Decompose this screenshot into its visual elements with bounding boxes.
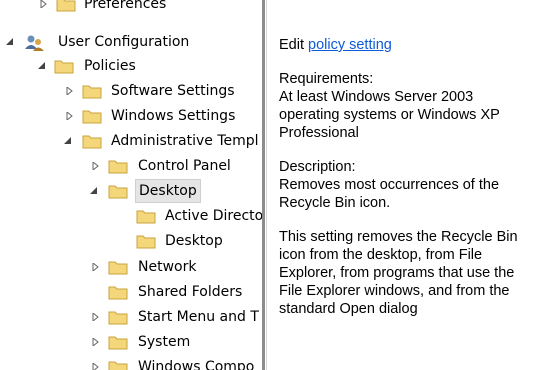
details-text: This setting removes the Recycle Bin ico… [279, 229, 518, 317]
policy-tree: Preferences User Configuration Policies … [0, 0, 262, 370]
collapse-arrow-icon[interactable] [4, 30, 16, 54]
user-configuration-icon [24, 34, 44, 51]
expand-arrow-icon[interactable] [90, 305, 102, 329]
tree-item-label: User Configuration [58, 34, 190, 50]
expand-arrow-icon[interactable] [64, 104, 76, 128]
folder-icon [108, 183, 128, 199]
expand-arrow-icon[interactable] [90, 255, 102, 279]
folder-icon [82, 108, 102, 124]
tree-item-label: Active Directo [165, 208, 262, 224]
folder-icon [82, 133, 102, 149]
collapse-arrow-icon[interactable] [62, 129, 74, 153]
tree-item-label-selected: Desktop [135, 179, 201, 203]
folder-icon [108, 359, 128, 370]
expand-arrow-icon[interactable] [38, 0, 50, 16]
tree-item-label: Shared Folders [138, 284, 243, 300]
tree-item-label: Desktop [165, 233, 223, 249]
tree-item-label: Preferences [84, 0, 167, 12]
expand-arrow-icon[interactable] [90, 330, 102, 354]
tree-item-label: Software Settings [111, 83, 235, 99]
folder-icon [108, 158, 128, 174]
tree-item-label: System [138, 334, 191, 350]
collapse-arrow-icon[interactable] [36, 54, 48, 78]
folder-icon [108, 334, 128, 350]
tree-item-label: Windows Settings [111, 108, 236, 124]
folder-icon [136, 233, 156, 249]
requirements-title: Requirements: [279, 71, 374, 87]
description-title: Description: [279, 159, 356, 175]
requirements-block: Requirements: At least Windows Server 20… [279, 70, 535, 142]
tree-item-label: Control Panel [138, 158, 231, 174]
description-block: Description: Removes most occurrences of… [279, 158, 535, 212]
folder-icon [54, 58, 74, 74]
tree-item-label: Windows Compo [138, 359, 255, 370]
tree-item-label: Policies [84, 58, 136, 74]
folder-icon [108, 284, 128, 300]
collapse-arrow-icon[interactable] [88, 179, 100, 203]
folder-icon [108, 259, 128, 275]
expand-arrow-icon[interactable] [64, 79, 76, 103]
extended-description-pane: Edit policy setting Requirements: At lea… [279, 36, 535, 334]
expand-arrow-icon[interactable] [90, 355, 102, 370]
edit-prefix: Edit [279, 37, 309, 53]
folder-icon [108, 309, 128, 325]
tree-item-label: Start Menu and T [138, 309, 259, 325]
tree-item-label: Network [138, 259, 197, 275]
pane-splitter[interactable] [262, 0, 265, 370]
tree-item-label: Administrative Templ [111, 133, 259, 149]
details-block: This setting removes the Recycle Bin ico… [279, 228, 535, 318]
description-text: Removes most occurrences of the Recycle … [279, 177, 500, 211]
edit-line: Edit policy setting [279, 36, 535, 54]
requirements-text: At least Windows Server 2003 operating s… [279, 89, 500, 141]
edit-policy-setting-link[interactable]: policy setting [308, 37, 392, 53]
pane-divider-line [266, 0, 267, 370]
expand-arrow-icon[interactable] [90, 154, 102, 178]
folder-icon [136, 208, 156, 224]
folder-icon [82, 83, 102, 99]
folder-icon [56, 0, 76, 12]
